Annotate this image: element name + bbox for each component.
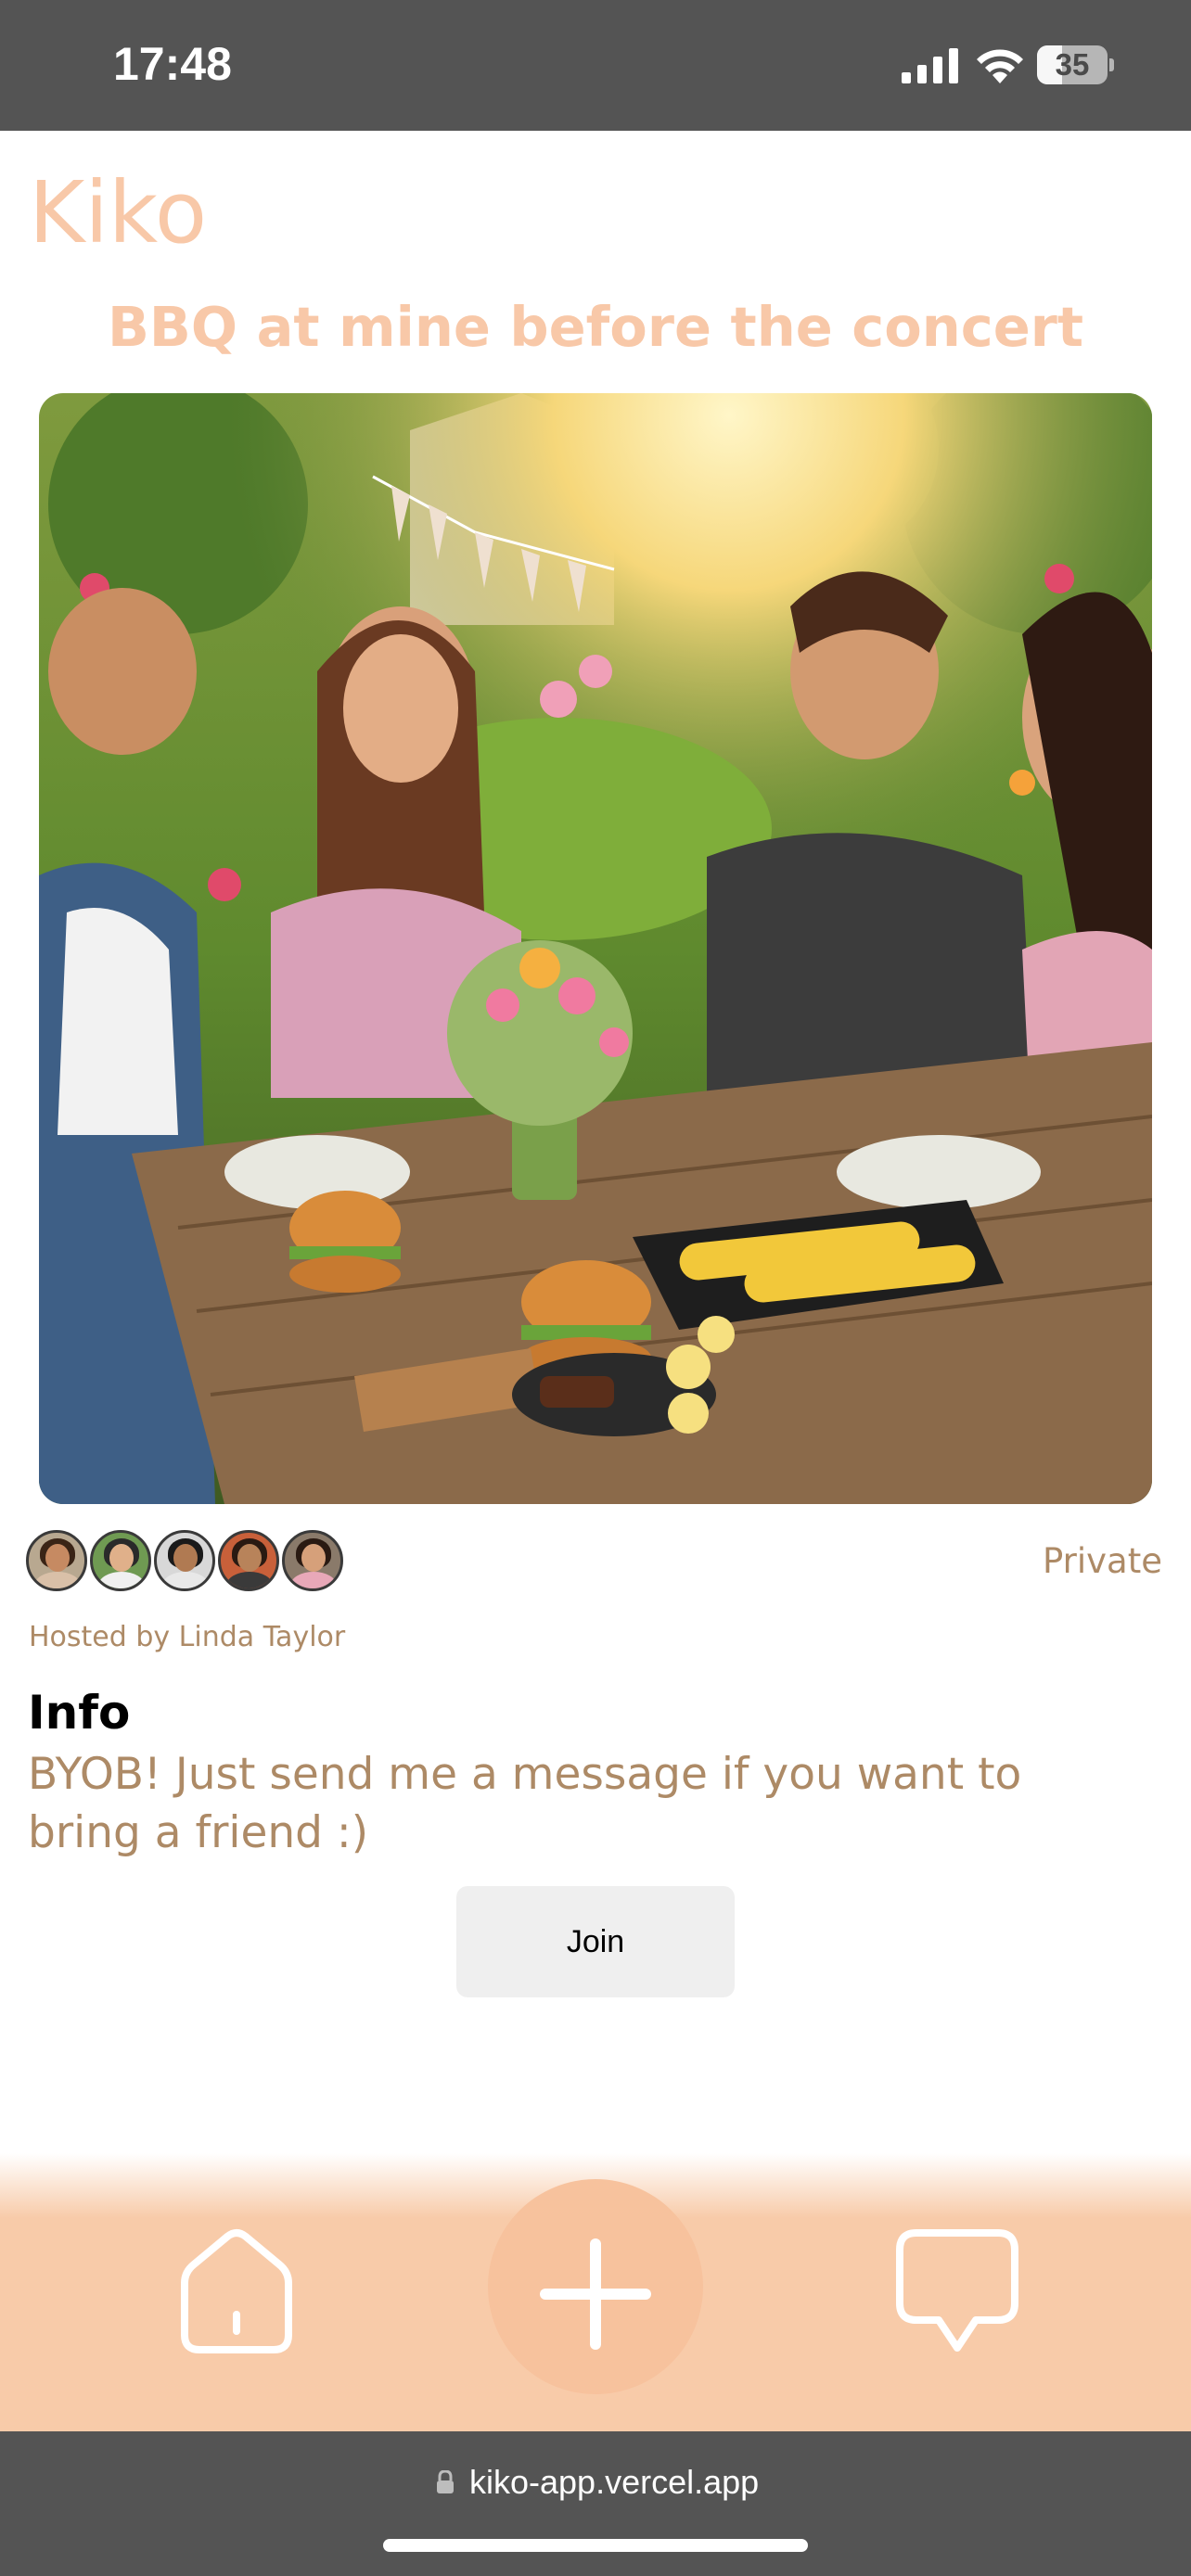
- attendee-avatars: [26, 1530, 346, 1593]
- lock-icon: [437, 2470, 454, 2493]
- app-logo[interactable]: Kiko: [29, 163, 207, 262]
- info-text: BYOB! Just send me a message if you want…: [28, 1749, 1022, 1858]
- status-time: 17:48: [113, 38, 232, 90]
- battery-level: 35: [1055, 47, 1090, 82]
- chat-bubble-icon[interactable]: [890, 2224, 1024, 2357]
- avatar[interactable]: [218, 1530, 279, 1591]
- avatar[interactable]: [90, 1530, 151, 1591]
- home-indicator: [383, 2539, 808, 2552]
- privacy-label: Private: [1043, 1541, 1162, 1581]
- home-icon[interactable]: [170, 2225, 303, 2359]
- avatar[interactable]: [154, 1530, 215, 1591]
- url-text[interactable]: kiko-app.vercel.app: [469, 2463, 759, 2502]
- avatar[interactable]: [26, 1530, 87, 1591]
- avatar[interactable]: [282, 1530, 343, 1591]
- battery-indicator: 35: [1037, 45, 1115, 84]
- plus-icon[interactable]: [536, 2235, 655, 2353]
- browser-url-bar[interactable]: [0, 2431, 1191, 2576]
- event-image: [39, 393, 1152, 1504]
- event-title: BBQ at mine before the concert: [107, 295, 1084, 359]
- status-bar: 17:48 35: [0, 0, 1191, 131]
- cellular-signal-icon: [902, 48, 958, 83]
- info-heading: Info: [28, 1686, 131, 1740]
- wifi-icon: [977, 49, 1023, 83]
- host-label: Hosted by Linda Taylor: [29, 1621, 346, 1653]
- join-button[interactable]: Join: [456, 1886, 735, 1997]
